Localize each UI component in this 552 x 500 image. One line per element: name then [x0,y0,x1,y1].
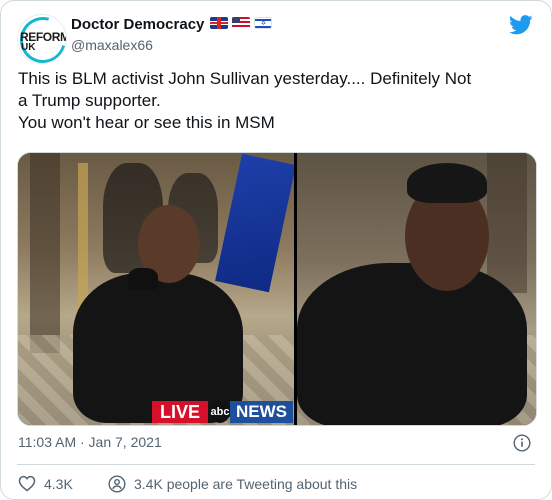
heart-icon [18,475,36,492]
author-handle[interactable]: @maxalex66 [71,37,153,53]
author-flags: ✡ [210,17,272,31]
likes-count: 4.3K [44,475,73,492]
news-overlay: LIVE abc NEWS [152,401,294,423]
avatar[interactable]: REFORM UK [17,14,67,64]
abc-logo: abc [210,401,231,423]
author-display-name[interactable]: Doctor Democracy [71,16,204,33]
tweet-text: This is BLM activist John Sullivan yeste… [18,68,538,134]
media-image-right[interactable] [297,153,536,425]
avatar-logo-subtext: UK [21,42,36,53]
divider [17,464,535,465]
tweeting-about-link[interactable]: 3.4K people are Tweeting about this [108,475,357,493]
live-label: LIVE [152,401,209,423]
news-label: NEWS [230,401,294,423]
person-icon [108,475,126,493]
tweet-timestamp[interactable]: 11:03 AM · Jan 7, 2021 [18,434,162,450]
like-button[interactable]: 4.3K [18,475,73,492]
tweet-text-line: You won't hear or see this in MSM [18,113,275,132]
israel-flag-icon: ✡ [254,17,272,29]
tweet-media[interactable]: LIVE abc NEWS [17,152,537,426]
us-flag-icon [232,17,250,29]
tweet-text-line: This is BLM activist John Sullivan yeste… [18,69,472,88]
tweeting-about-text: 3.4K people are Tweeting about this [134,476,358,492]
twitter-bird-icon[interactable] [509,15,533,35]
uk-flag-icon [210,17,228,29]
tweet-text-line: a Trump supporter. [18,91,161,110]
media-image-left[interactable]: LIVE abc NEWS [18,153,294,425]
info-icon[interactable] [513,434,531,452]
tweet-card: REFORM UK Doctor Democracy ✡ @maxalex66 … [0,0,552,500]
